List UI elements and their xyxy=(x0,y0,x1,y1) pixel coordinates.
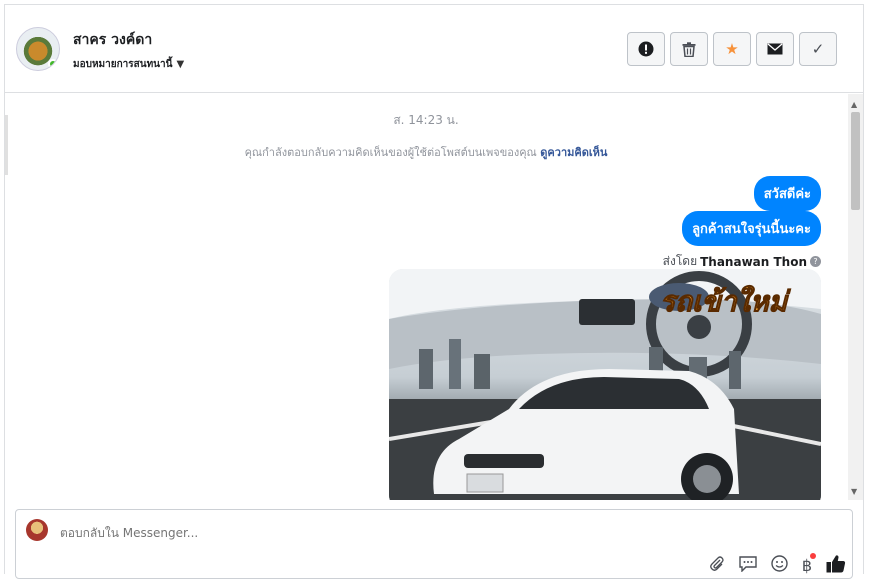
exclamation-icon xyxy=(638,41,654,57)
conversation-panel: สาคร วงค์ดา มอบหมายการสนทนานี้ ▼ ★ ✓ ส. … xyxy=(4,4,864,574)
delete-button[interactable] xyxy=(670,32,708,66)
message-timestamp: ส. 14:23 น. xyxy=(393,113,459,127)
star-button[interactable]: ★ xyxy=(713,32,751,66)
header-actions: ★ ✓ xyxy=(627,32,837,66)
reply-composer: ฿ xyxy=(15,509,853,579)
trash-icon xyxy=(682,41,696,57)
page-avatar xyxy=(26,519,48,541)
conversation-header: สาคร วงค์ดา มอบหมายการสนทนานี้ ▼ ★ ✓ xyxy=(5,5,863,93)
reply-input[interactable] xyxy=(60,526,660,540)
attachment-icon[interactable] xyxy=(709,555,725,576)
report-spam-button[interactable] xyxy=(627,32,665,66)
mark-unread-button[interactable] xyxy=(756,32,794,66)
emoji-icon[interactable] xyxy=(771,555,788,576)
reply-context-note: คุณกำลังตอบกลับความคิดเห็นของผู้ใช้ต่อโพ… xyxy=(5,143,847,161)
notification-dot xyxy=(810,553,816,559)
message-bubble[interactable]: สวัสดีค่ะ xyxy=(753,176,821,211)
online-status-icon xyxy=(48,59,58,69)
scroll-down-icon[interactable]: ▼ xyxy=(851,487,857,496)
view-comment-link[interactable]: ดูความคิดเห็น xyxy=(540,146,607,159)
help-icon[interactable]: ? xyxy=(810,256,821,267)
envelope-icon xyxy=(767,43,783,55)
reply-note-text: คุณกำลังตอบกลับความคิดเห็นของผู้ใช้ต่อโพ… xyxy=(244,146,537,159)
mark-done-button[interactable]: ✓ xyxy=(799,32,837,66)
thread-scrollbar[interactable]: ▲ ▼ xyxy=(848,94,863,500)
contact-avatar[interactable] xyxy=(16,27,60,71)
saved-reply-icon[interactable] xyxy=(739,555,757,576)
contact-name[interactable]: สาคร วงค์ดา xyxy=(73,29,152,51)
star-icon: ★ xyxy=(725,40,739,58)
message-thread: ส. 14:23 น. คุณกำลังตอบกลับความคิดเห็นขอ… xyxy=(5,94,847,500)
message-bubble[interactable]: ลูกค้าสนใจรุ่นนี้นะคะ xyxy=(682,211,821,246)
assign-label: มอบหมายการสนทนานี้ xyxy=(73,59,173,70)
caret-down-icon: ▼ xyxy=(176,59,185,70)
scroll-up-icon[interactable]: ▲ xyxy=(851,100,857,109)
promo-headline: รถเข้าใหม่ xyxy=(660,285,791,318)
car-photo-attachment[interactable]: รถเข้าใหม่ xyxy=(389,269,821,500)
checkmark-icon: ✓ xyxy=(811,40,825,58)
assign-conversation-dropdown[interactable]: มอบหมายการสนทนานี้ ▼ xyxy=(73,57,184,72)
sent-by-name: Thanawan Thon xyxy=(700,254,807,269)
car-photo: รถเข้าใหม่ xyxy=(389,269,821,500)
scrollbar-thumb[interactable] xyxy=(851,112,860,210)
baht-payment-icon[interactable]: ฿ xyxy=(802,553,816,575)
